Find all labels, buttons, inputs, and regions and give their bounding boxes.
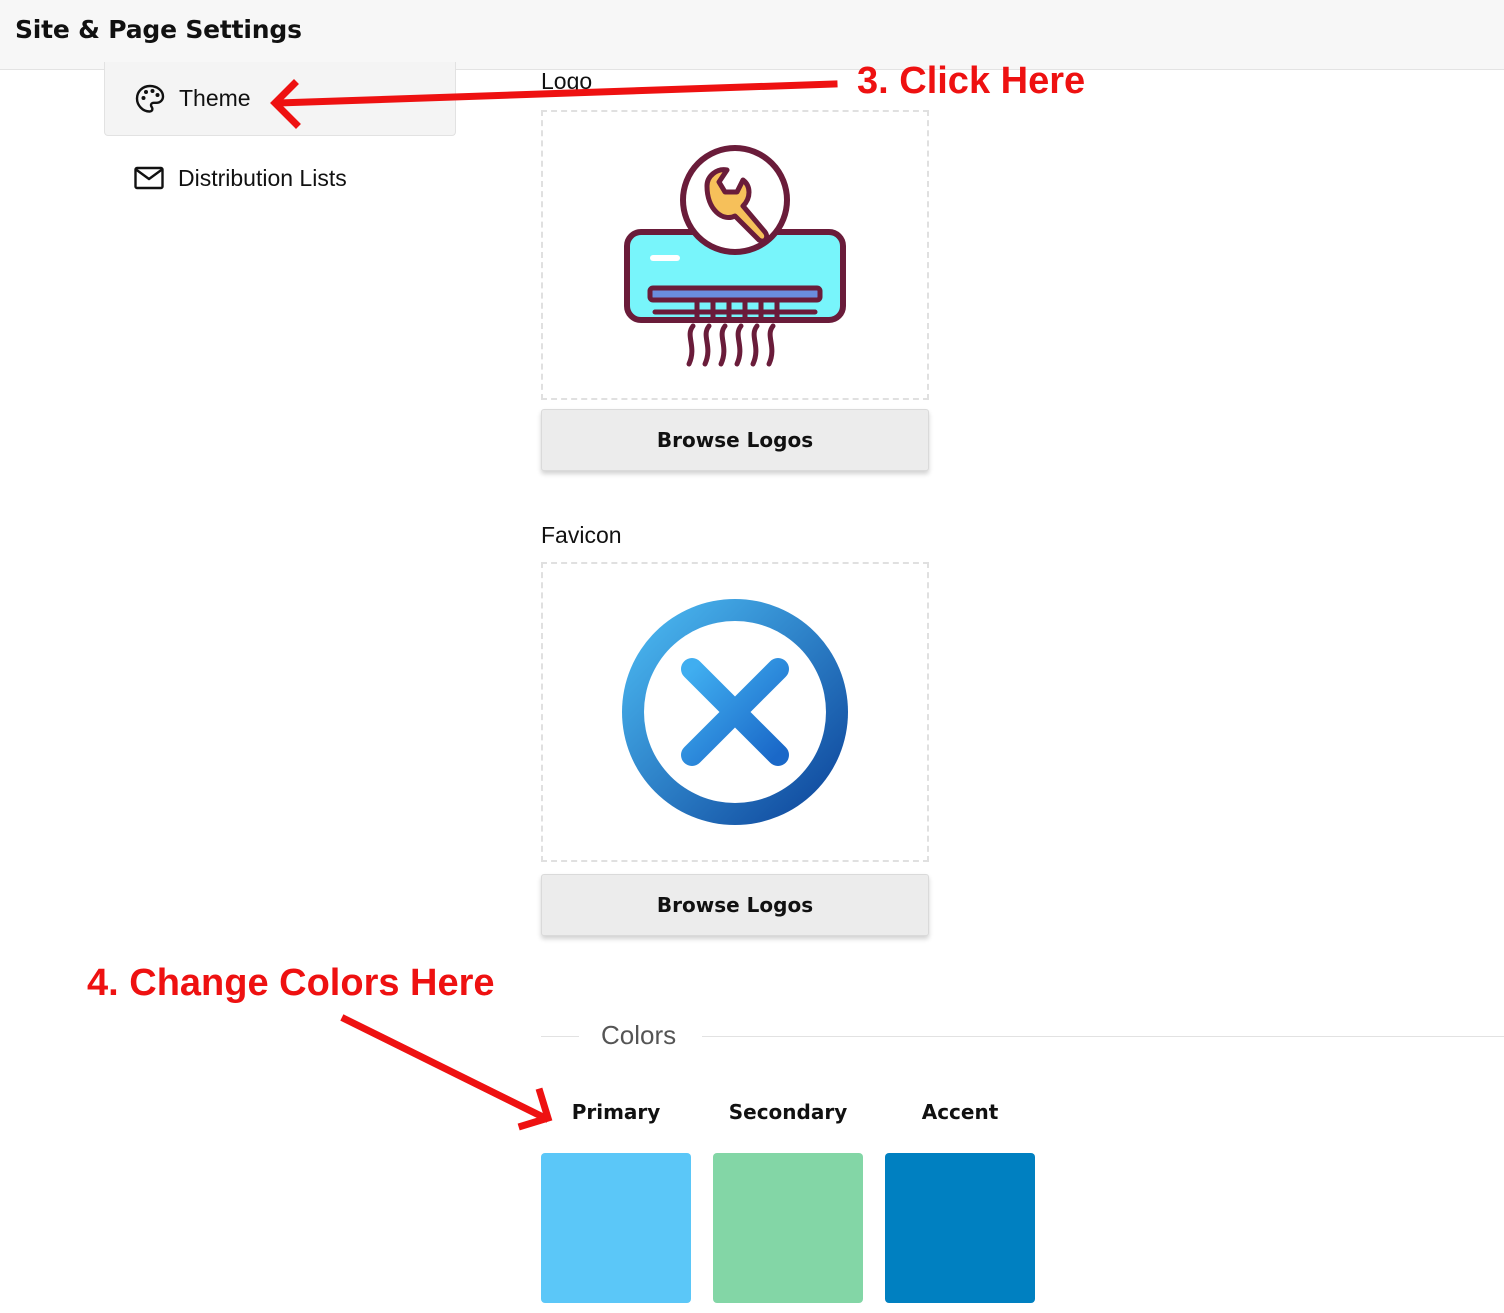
colors-divider-right [702, 1036, 1504, 1037]
sidebar-item-label: Theme [179, 85, 251, 111]
sidebar-item-distribution-lists[interactable]: Distribution Lists [104, 150, 456, 206]
accent-color-swatch[interactable] [885, 1153, 1035, 1303]
snowflake-circle-favicon [622, 599, 848, 825]
browse-favicon-button[interactable]: Browse Logos [541, 874, 929, 936]
favicon-label: Favicon [541, 522, 622, 548]
sidebar-item-theme[interactable]: Theme [104, 62, 456, 136]
mail-icon [133, 162, 165, 194]
favicon-dropzone[interactable] [541, 562, 929, 862]
arrow-to-primary [340, 1014, 550, 1123]
page-title: Site & Page Settings [15, 15, 302, 44]
secondary-color-swatch[interactable] [713, 1153, 863, 1303]
primary-color-label: Primary [571, 1100, 661, 1124]
browse-logos-button[interactable]: Browse Logos [541, 409, 929, 471]
annotation-step-3: 3. Click Here [857, 60, 1086, 102]
palette-icon [134, 83, 166, 115]
colors-divider-left [541, 1036, 579, 1037]
logo-dropzone[interactable] [541, 110, 929, 400]
top-bar: Site & Page Settings [0, 0, 1504, 70]
colors-heading: Colors [601, 1020, 677, 1050]
primary-color-swatch[interactable] [541, 1153, 691, 1303]
sidebar-item-label: Distribution Lists [178, 164, 347, 191]
annotation-step-4: 4. Change Colors Here [87, 962, 495, 1004]
secondary-color-label: Secondary [728, 1100, 848, 1124]
logo-label: Logo [541, 68, 593, 94]
accent-color-label: Accent [921, 1100, 999, 1124]
air-conditioner-wrench-logo [624, 145, 846, 367]
